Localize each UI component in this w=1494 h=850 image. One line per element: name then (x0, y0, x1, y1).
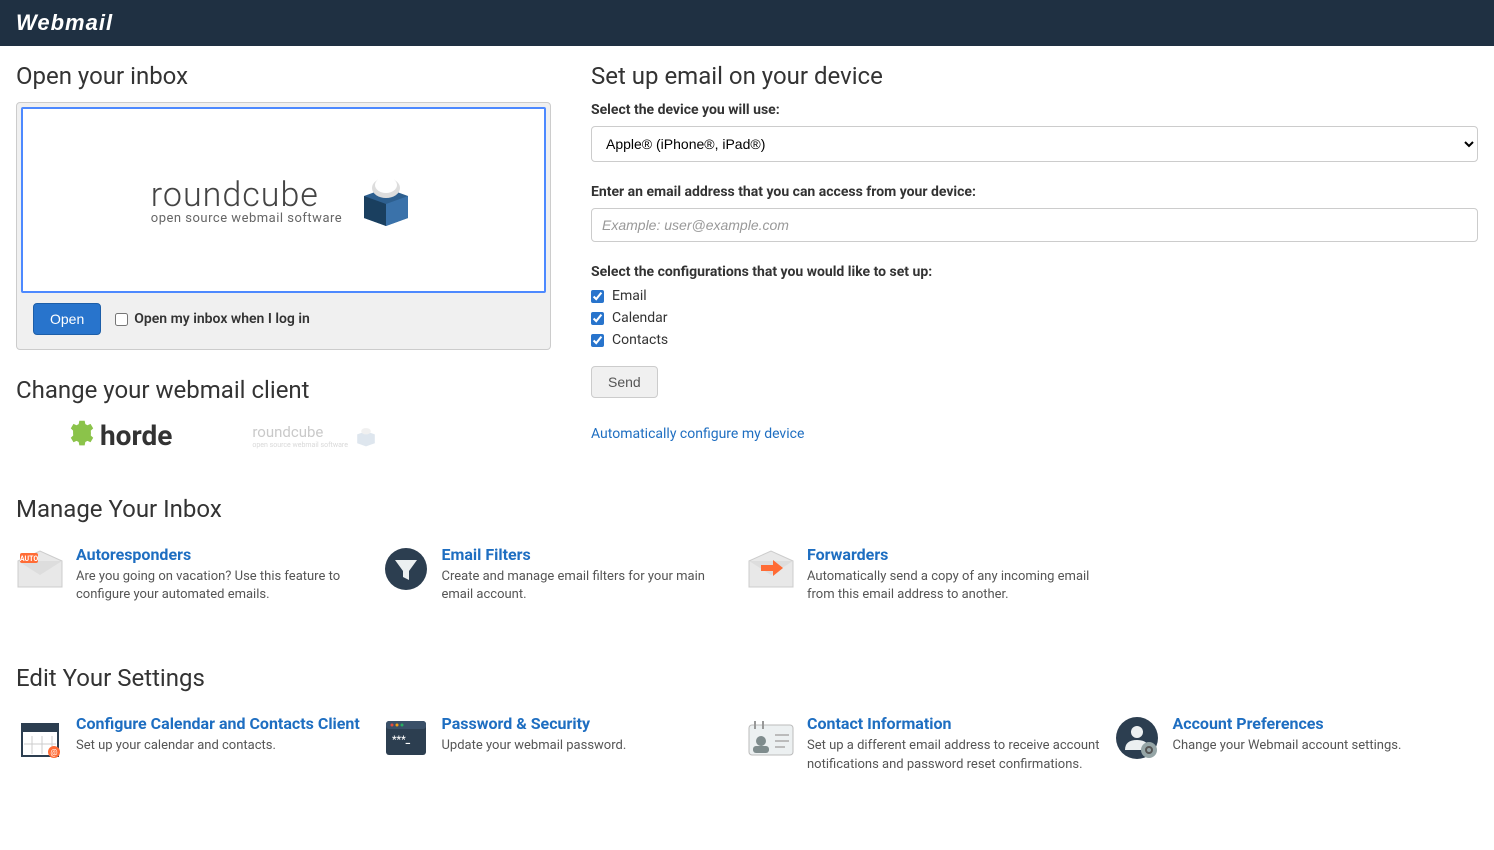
auto-open-checkbox[interactable] (115, 313, 128, 326)
autoresponders-link[interactable]: Autoresponders (76, 545, 191, 564)
user-gear-icon (1113, 714, 1161, 762)
svg-text:AUTO: AUTO (20, 555, 39, 563)
svg-text:***_: ***_ (392, 735, 411, 746)
calendar-icon: @ (16, 714, 64, 762)
roundcube-icon (356, 170, 416, 230)
roundcube-tagline: open source webmail software (151, 211, 342, 226)
settings-heading: Edit Your Settings (16, 664, 1478, 692)
change-client-heading: Change your webmail client (16, 376, 551, 404)
envelope-forward-icon (747, 545, 795, 593)
funnel-icon (382, 545, 430, 593)
roundcube-client-option[interactable]: roundcube open source webmail software (252, 416, 378, 455)
tile-password: ***_ Password & SecurityUpdate your webm… (382, 708, 748, 779)
config-email-checkbox[interactable] (591, 290, 604, 303)
open-button[interactable]: Open (33, 303, 101, 335)
brand-logo: Webmail (16, 10, 113, 36)
send-button[interactable]: Send (591, 366, 658, 398)
forwarders-link[interactable]: Forwarders (807, 545, 888, 564)
config-email-option[interactable]: Email (591, 288, 1478, 304)
email-label: Enter an email address that you can acce… (591, 184, 1478, 200)
roundcube-preview[interactable]: roundcube open source webmail software (21, 107, 546, 293)
open-inbox-heading: Open your inbox (16, 62, 551, 90)
password-link[interactable]: Password & Security (442, 714, 591, 733)
roundcube-small-icon (354, 424, 378, 448)
device-select[interactable]: Apple® (iPhone®, iPad®) (591, 126, 1478, 162)
calendar-contacts-link[interactable]: Configure Calendar and Contacts Client (76, 714, 360, 733)
tile-contact-info: Contact InformationSet up a different em… (747, 708, 1113, 779)
horde-client-option[interactable]: horde (66, 416, 172, 455)
tile-email-filters: Email FiltersCreate and manage email fil… (382, 539, 748, 610)
manage-heading: Manage Your Inbox (16, 495, 1478, 523)
svg-text:@: @ (50, 748, 57, 757)
config-calendar-checkbox[interactable] (591, 312, 604, 325)
auto-open-label[interactable]: Open my inbox when I log in (115, 311, 310, 327)
tile-autoresponders: AUTO AutorespondersAre you going on vaca… (16, 539, 382, 610)
tile-account-prefs: Account PreferencesChange your Webmail a… (1113, 708, 1479, 779)
auto-configure-link[interactable]: Automatically configure my device (591, 426, 804, 442)
envelope-auto-icon: AUTO (16, 545, 64, 593)
contact-info-link[interactable]: Contact Information (807, 714, 952, 733)
roundcube-name: roundcube (151, 175, 319, 215)
tile-forwarders: ForwardersAutomatically send a copy of a… (747, 539, 1113, 610)
device-label: Select the device you will use: (591, 102, 1478, 118)
tile-calendar-contacts: @ Configure Calendar and Contacts Client… (16, 708, 382, 779)
config-contacts-checkbox[interactable] (591, 334, 604, 347)
header: Webmail (0, 0, 1494, 46)
email-field[interactable] (591, 208, 1478, 242)
inbox-card: roundcube open source webmail software (16, 102, 551, 350)
gear-icon (66, 416, 98, 455)
config-contacts-option[interactable]: Contacts (591, 332, 1478, 348)
contact-card-icon (747, 714, 795, 762)
setup-heading: Set up email on your device (591, 62, 1478, 90)
email-filters-link[interactable]: Email Filters (442, 545, 531, 564)
config-calendar-option[interactable]: Calendar (591, 310, 1478, 326)
password-icon: ***_ (382, 714, 430, 762)
config-label: Select the configurations that you would… (591, 264, 1478, 280)
account-prefs-link[interactable]: Account Preferences (1173, 714, 1324, 733)
